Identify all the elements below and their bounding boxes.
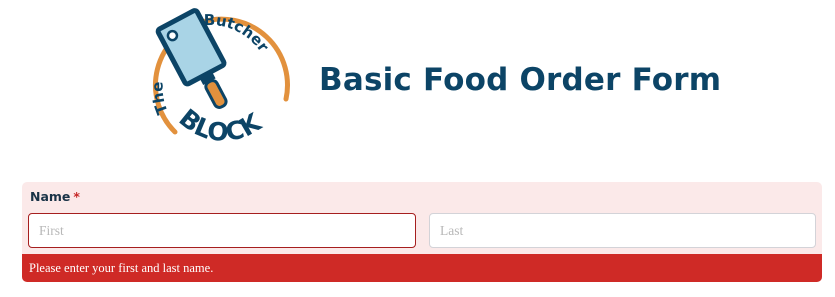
name-label: Name * <box>30 189 80 204</box>
error-message: Please enter your first and last name. <box>29 261 214 275</box>
error-message-bar: Please enter your first and last name. <box>22 254 822 282</box>
name-field-group: Name* Please enter your first and last n… <box>22 182 822 282</box>
logo-graphic: The Butcher BLOCK <box>149 8 290 147</box>
logo-text-block: BLOCK <box>174 103 268 147</box>
last-name-input[interactable] <box>429 213 816 248</box>
name-label-text: Name <box>30 189 71 204</box>
butcher-block-logo: The Butcher BLOCK <box>140 4 290 159</box>
logo-text-the: The <box>149 82 172 117</box>
first-name-input[interactable] <box>28 213 416 248</box>
required-asterisk: * <box>73 189 80 204</box>
page-title: Basic Food Order Form <box>319 62 722 98</box>
